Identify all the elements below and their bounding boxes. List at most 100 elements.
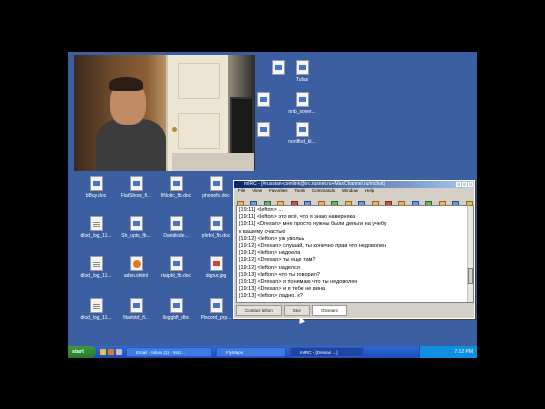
desktop-icon-label: adso.shtml [123,273,149,279]
mirc-titlebar[interactable]: mIRC - [#russian-comlink@irc.rusnet.ru+M… [234,181,474,188]
document-icon [209,298,223,313]
document-icon [256,122,270,137]
mirc-title: mIRC - [#russian-comlink@irc.rusnet.ru+M… [244,181,385,187]
desktop-icon[interactable]: dlod_log_11... [76,256,116,290]
desktop-icon[interactable]: fitarlotd_fl... [116,298,156,332]
desktop-icon[interactable]: FlatShow_fl... [116,176,156,210]
chat-line: [19:11] <Dresan> мне просто нужны были д… [239,221,387,228]
desktop-icon[interactable]: rtaipbl_fb.doc [156,256,196,290]
desktop-icon-label: Dandicde... [163,233,189,239]
desktop-icon-label: Piscord_prp... [200,315,232,321]
taskbar-task-button[interactable]: Email - Inbox (2) - Moz... [126,347,212,357]
chat-line: [19:12] <Dresan> ты еще там? [239,257,316,264]
chat-line: [19:11] <lefton> это всё, что я знаю нав… [239,214,356,221]
desktop-icon-label: nonffnd_bl... [288,139,316,145]
desktop-icon[interactable]: fiNotic_fb.doc [156,176,196,210]
document-icon [89,176,103,191]
menu-item-tools[interactable]: Tools [294,188,305,193]
document-icon [129,176,143,191]
document-icon [169,176,183,191]
chat-window[interactable]: [19:11] <lefton> ... [19:11] <lefton> это… [236,205,474,303]
desktop-icon[interactable]: Tufas [282,60,322,94]
document-icon [169,298,183,313]
menu-item-help[interactable]: Help [365,188,374,193]
document-icon [295,60,309,75]
desktop-icon-label: dqpur.jpg [205,273,227,279]
document-icon [129,216,143,231]
desktop-icon[interactable]: dqpur.jpg [196,256,236,290]
webcam-door-knob [172,127,177,132]
desktop: Tufas nnb_sover... nonffnd_bl... bBuy.doc Fl… [68,52,477,358]
menu-item-commands[interactable]: Commands [312,188,335,193]
image-file-icon [209,256,223,271]
menu-item-view[interactable]: View [252,188,262,193]
menu-item-favorites[interactable]: Favorites [269,188,288,193]
quicklaunch-ie-icon[interactable] [100,349,106,355]
chat-line: [19:13] <Dresan> и я тебе не вина [239,286,325,293]
document-icon [209,176,223,191]
switchbar-tab[interactable]: Contact lefton [236,305,282,316]
webcam-desk [172,153,254,171]
switchbar-tab[interactable]: Stor [283,305,311,316]
desktop-icon[interactable]: bBuy.doc [76,176,116,210]
chat-line: [19:13] <lefton> ладно. к? [239,293,303,300]
desktop-icon[interactable]: nnb_sover... [282,92,322,126]
taskbar-task-button[interactable]: mIRC - [Dresan ...] [290,347,364,357]
chat-line: [19:11] <lefton> ... [239,207,283,213]
desktop-icon[interactable]: Piscord_prp... [196,298,236,332]
desktop-icon-label: lloggbfl_dbc [162,315,190,321]
desktop-icon-label: Tufas [295,77,309,83]
quicklaunch-firefox-icon[interactable] [108,349,114,355]
chat-line: [19:12] <lefton> наделся [239,264,300,271]
document-icon [209,216,223,231]
desktop-icon[interactable]: Sh_upts_fb... [116,216,156,250]
document-icon [295,92,309,107]
start-button[interactable]: start [68,346,96,358]
chat-line: [19:13] <lefton> что ты говорил? [239,271,320,278]
desktop-icon[interactable]: pfefol_fb.doc [196,216,236,250]
desktop-icon[interactable]: dlod_log_11... [76,298,116,332]
maximize-button[interactable] [462,182,467,187]
chat-line: [19:12] <lefton> уж увольь [239,235,305,242]
webcam-video-overlay [74,55,255,171]
scrollbar-thumb[interactable] [468,268,473,284]
document-icon [169,256,183,271]
desktop-icon-label: Sh_upts_fb... [121,233,151,239]
desktop-icon[interactable]: Dandicde... [156,216,196,250]
mirc-toolbar [234,194,474,208]
minimize-button[interactable] [456,182,461,187]
chat-line: к вашему счастью [239,228,286,235]
menu-item-window[interactable]: Window [342,188,358,193]
desktop-icon-label: bBuy.doc [85,193,107,199]
document-icon [129,298,143,313]
quicklaunch-desktop-icon[interactable] [116,349,122,355]
close-button[interactable] [468,182,473,187]
clock[interactable]: 7:12 PM [454,349,473,355]
desktop-icon-label: fitarlotd_fl... [123,315,149,321]
desktop-icon-label: rtaipbl_fb.doc [160,273,192,279]
desktop-icon-label: pfefol_fb.doc [201,233,231,239]
taskbar-task-button[interactable]: FlyMaps [216,347,286,357]
switchbar-tab[interactable]: Otvetam [312,305,348,316]
desktop-icon-label: phonefo.doc [202,193,230,199]
chat-line: [19:12] <lefton> надоела [239,250,301,257]
desktop-icon[interactable]: nonffnd_bl... [282,122,322,156]
desktop-icon[interactable]: adso.shtml [116,256,156,290]
desktop-icon[interactable]: dlod_log_11... [76,216,116,250]
text-file-icon [89,256,103,271]
desktop-icon[interactable]: lloggbfl_dbc [156,298,196,332]
chat-log: [19:11] <lefton> ... [19:11] <lefton> это… [237,206,473,302]
document-icon [256,92,270,107]
document-icon [169,216,183,231]
desktop-icon[interactable]: phonefo.doc [196,176,236,210]
chat-scrollbar[interactable] [467,206,473,302]
webcam-person-body [96,119,166,171]
menu-item-file[interactable]: File [238,188,245,193]
chat-line: [19:13] <Dresan> я понимаю что ты недово… [239,279,358,286]
desktop-icon-label: fiNotic_fb.doc [160,193,192,199]
mirc-switchbar: Contact lefton Stor Otvetam [236,305,474,316]
desktop-icon-label: dlod_log_11... [80,273,112,279]
desktop-icon-label: dlod_log_11... [80,233,112,239]
taskbar: start Email - Inbox (2) - Moz... FlyMaps m… [68,346,477,358]
mirc-window[interactable]: mIRC - [#russian-comlink@irc.rusnet.ru+M… [233,180,475,319]
